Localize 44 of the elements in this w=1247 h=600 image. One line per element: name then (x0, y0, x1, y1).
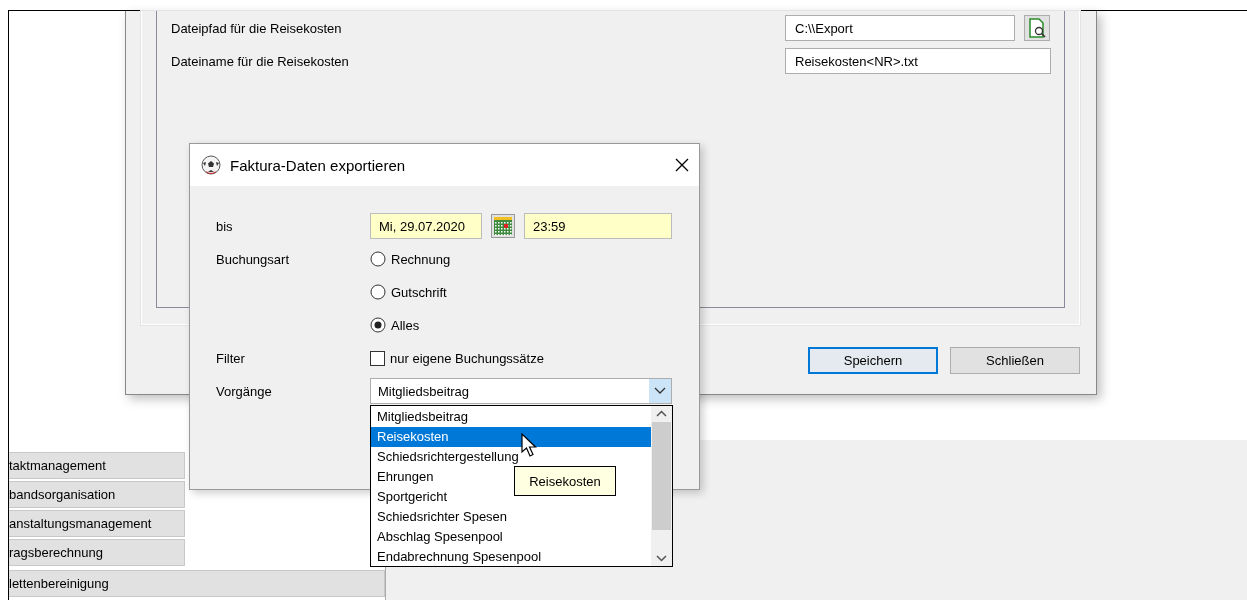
tooltip: Reisekosten (514, 466, 616, 496)
date-field[interactable]: Mi, 29.07.2020 (370, 213, 482, 239)
combo-box[interactable]: Mitgliedsbeitrag (370, 378, 672, 404)
chevron-down-icon[interactable] (654, 387, 666, 395)
ball-icon (201, 155, 221, 175)
radio-option[interactable]: Alles (370, 312, 672, 338)
calendar-icon[interactable] (491, 214, 515, 238)
close-icon[interactable] (675, 158, 689, 172)
field-label: Dateiname für die Reisekosten (171, 52, 350, 71)
radio-button[interactable] (370, 251, 386, 267)
scroll-thumb[interactable] (652, 422, 671, 530)
sidebar-item[interactable]: bandsorganisation (9, 481, 185, 508)
field-label: Dateipfad für die Reisekosten (171, 19, 343, 38)
sidebar-item[interactable]: anstaltungsmanagement (9, 510, 185, 537)
field-label: Buchungsart (216, 250, 290, 269)
scrollbar[interactable] (651, 406, 672, 566)
sidebar-item[interactable]: taktmanagement (9, 452, 185, 479)
field-label: Filter (216, 349, 246, 368)
list-item[interactable]: Mitgliedsbeitrag (371, 407, 471, 427)
list-item[interactable]: Abschlag Spesenpool (371, 526, 505, 547)
radio-button[interactable] (370, 317, 386, 333)
checkbox[interactable] (370, 350, 385, 366)
radio-button[interactable] (370, 284, 386, 300)
radio-option[interactable]: Gutschrift (370, 279, 672, 305)
time-field[interactable]: 23:59 (524, 213, 672, 239)
sidebar-item[interactable]: lettenbereinigung (9, 570, 385, 597)
dialog-button[interactable]: Schließen (950, 347, 1080, 374)
list-item[interactable]: Schiedsrichtergestellung (371, 446, 521, 467)
radio-option[interactable]: Rechnung (370, 246, 672, 272)
list-item[interactable]: Ehrungen (371, 466, 436, 487)
filename-field[interactable]: Reisekosten<NR>.txt (785, 48, 1051, 74)
field-label: bis (216, 217, 234, 236)
field-label: Vorgänge (216, 382, 273, 401)
document-search-icon[interactable] (1024, 15, 1050, 41)
list-item[interactable]: Endabrechnung Spesenpool (371, 546, 544, 566)
dialog-title: Faktura-Daten exportieren (230, 156, 407, 174)
list-item[interactable]: Reisekosten (371, 426, 651, 447)
list-item[interactable]: Schiedsrichter Spesen (371, 506, 510, 527)
path-field[interactable]: C:\\Export (785, 15, 1015, 41)
sidebar-item[interactable]: ragsberechnung (9, 539, 185, 566)
list-item[interactable]: Sportgericht (371, 486, 450, 507)
dialog-button[interactable]: Speichern (808, 347, 938, 374)
cursor-icon (521, 433, 538, 459)
checkbox-option[interactable]: nur eigene Buchungssätze (370, 345, 672, 371)
